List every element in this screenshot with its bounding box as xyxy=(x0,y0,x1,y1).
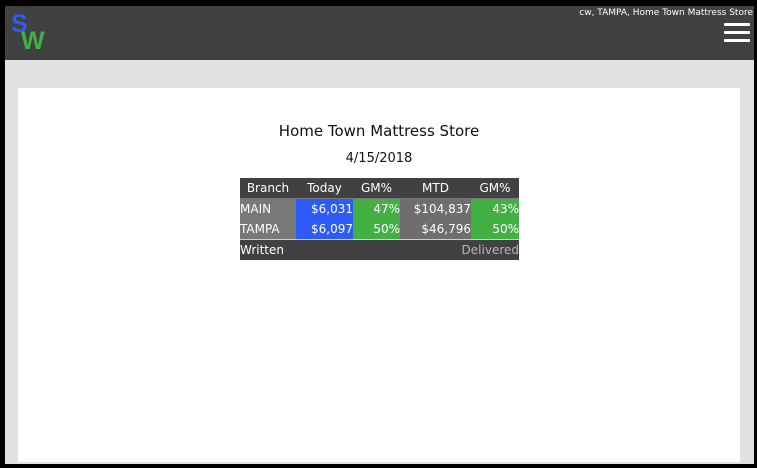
mtd-gm-cell: 43% xyxy=(471,198,519,219)
column-header-today-gm: GM% xyxy=(353,178,400,199)
today-gm-cell: 47% xyxy=(353,198,400,219)
mtd-gm-cell: 50% xyxy=(471,219,519,240)
report-card: Home Town Mattress Store 4/15/2018 Branc… xyxy=(18,88,740,462)
column-header-branch: Branch xyxy=(240,178,296,199)
table-row[interactable]: TAMPA $6,097 50% $46,796 50% xyxy=(240,219,519,240)
delivered-label[interactable]: Delivered xyxy=(353,239,519,260)
column-header-mtd: MTD xyxy=(400,178,471,199)
sw-logo[interactable]: S W xyxy=(11,10,51,55)
branch-cell: TAMPA xyxy=(240,219,296,240)
mtd-sales-cell: $46,796 xyxy=(400,219,471,240)
table-header-row: Branch Today GM% MTD GM% xyxy=(240,178,519,199)
today-gm-cell: 50% xyxy=(353,219,400,240)
app-frame: S W cw, TAMPA, Home Town Mattress Store … xyxy=(5,6,754,464)
branch-cell: MAIN xyxy=(240,198,296,219)
logo-letter-w: W xyxy=(21,27,45,55)
store-title: Home Town Mattress Store xyxy=(278,122,480,140)
mtd-sales-cell: $104,837 xyxy=(400,198,471,219)
today-sales-cell: $6,097 xyxy=(296,219,353,240)
column-header-today: Today xyxy=(296,178,353,199)
today-sales-cell: $6,031 xyxy=(296,198,353,219)
written-label[interactable]: Written xyxy=(240,239,353,260)
table-footer-row: Written Delivered xyxy=(240,239,519,260)
sales-table: Branch Today GM% MTD GM% MAIN $6,031 47%… xyxy=(240,178,519,260)
table-row[interactable]: MAIN $6,031 47% $104,837 43% xyxy=(240,198,519,219)
user-info: cw, TAMPA, Home Town Mattress Store xyxy=(579,8,753,18)
column-header-mtd-gm: GM% xyxy=(471,178,519,199)
top-bar: S W cw, TAMPA, Home Town Mattress Store xyxy=(5,6,754,60)
hamburger-menu-icon[interactable] xyxy=(724,23,750,43)
report-date: 4/15/2018 xyxy=(345,151,413,166)
